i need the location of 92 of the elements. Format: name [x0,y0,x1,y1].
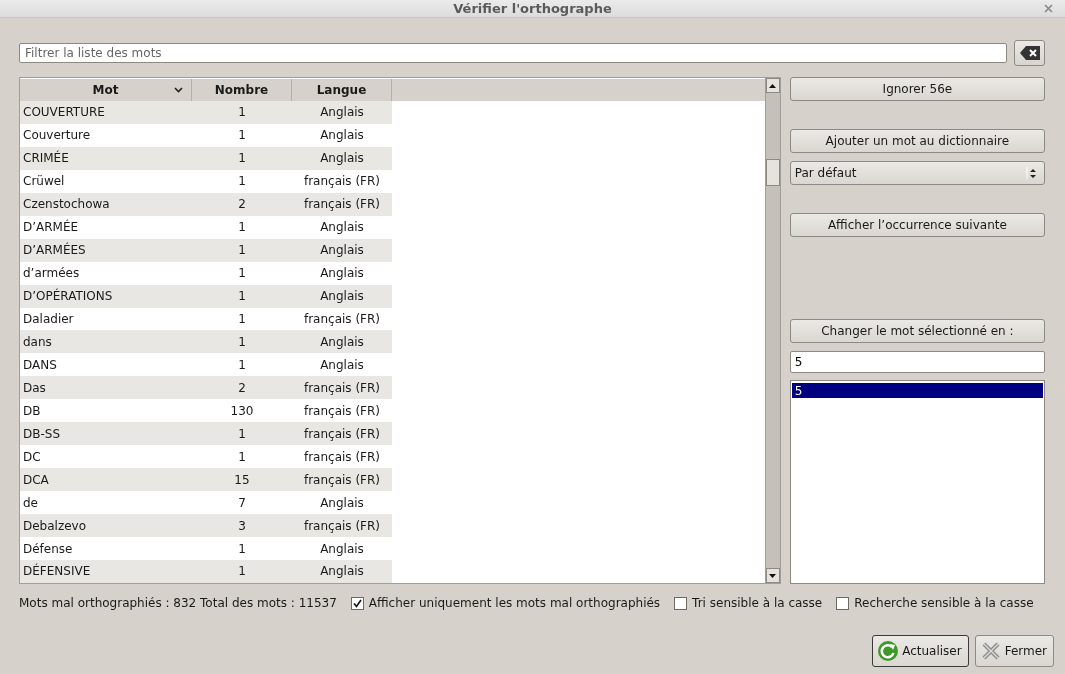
checkbox[interactable] [836,596,850,610]
replacement-field[interactable]: 5 [789,351,1045,373]
add-to-dictionary-button[interactable]: Ajouter un mot au dictionnaire [789,129,1045,153]
count-cell-text: 1 [237,448,247,466]
count-cell-text: 1 [237,127,247,145]
language-cell-text: français (FR) [302,173,382,191]
language-cell-text: Anglais [319,127,365,145]
suggestion-item[interactable]: 5 [791,383,1043,398]
next-occurrence-button[interactable]: Afficher l’occurrence suivante [789,213,1045,237]
word-cell-text: DÉFENSIVE [22,562,92,581]
checkbox[interactable] [350,596,364,610]
refresh-icon [877,640,900,662]
language-cell-text: Anglais [319,150,365,168]
word-cell-text: de [22,494,39,512]
word-cell-text: d’armées [22,265,81,283]
count-cell-text: 1 [237,104,247,122]
scrollbar-thumb[interactable] [765,159,780,186]
count-cell-text: 2 [237,196,247,214]
checkbox[interactable] [674,596,688,610]
word-cell-text: DB [22,402,42,420]
language-cell-text: français (FR) [302,379,382,397]
count-cell-text: 1 [237,425,247,443]
word-cell-text: DANS [22,356,58,374]
word-cell-text: DC [22,448,42,466]
column-header[interactable]: Langue [292,79,392,101]
word-cell-text: dans [22,333,53,351]
count-cell-text: 1 [237,242,247,260]
word-cell-text: DCA [22,471,50,489]
language-cell-text: français (FR) [302,402,382,420]
close-button[interactable]: Fermer [974,635,1054,667]
dictionary-dropdown[interactable]: Par défaut [789,161,1045,185]
language-cell-text: français (FR) [302,448,382,466]
language-cell-text: Anglais [319,540,365,558]
count-cell-text: 1 [237,288,247,306]
count-cell-text: 15 [233,471,251,489]
word-cell-text: DB-SS [22,425,62,443]
ignore-button[interactable]: Ignorer 56e [789,77,1045,101]
word-cell-text: COUVERTURE [22,104,106,122]
count-cell-text: 1 [237,173,247,191]
change-word-button[interactable]: Changer le mot sélectionné en : [789,319,1045,343]
count-cell-text: 1 [237,356,247,374]
window-title: Vérifier l'orthographe [453,1,612,16]
checkbox-label[interactable]: Tri sensible à la casse [692,596,823,610]
language-cell-text: Anglais [319,563,365,581]
language-cell-text: Anglais [319,104,365,122]
count-cell-text: 1 [237,311,247,328]
count-cell-text: 3 [237,517,247,535]
word-cell-text: Czenstochowa [22,196,111,214]
word-cell-text: D’ARMÉE [22,218,80,237]
count-cell-text: 1 [237,563,247,581]
arrow-up-icon[interactable] [769,83,777,88]
count-cell-text: 1 [237,265,247,283]
word-cell-text: CRIMÉE [22,149,70,168]
language-cell-text: français (FR) [302,471,382,489]
count-cell-text: 1 [237,150,247,168]
language-cell-text: français (FR) [302,311,382,328]
word-cell-text: Crüwel [22,173,66,191]
word-cell-text: Défense [22,540,74,558]
language-cell-text: Anglais [319,219,365,237]
count-cell-text: 1 [237,540,247,558]
language-cell-text: Anglais [319,288,365,306]
language-cell-text: français (FR) [302,196,382,214]
word-stats: Mots mal orthographiés : 832 Total des mots : 11537 [19,596,337,610]
count-cell-text: 1 [237,333,247,351]
clear-button[interactable] [1014,40,1045,66]
close-icon[interactable] [1044,4,1053,13]
word-cell-text: Debalzevo [22,517,88,535]
count-cell-text: 7 [237,494,247,512]
language-cell-text: français (FR) [302,517,382,535]
column-header[interactable]: Mot [20,79,192,101]
word-cell-text: Couverture [22,127,92,145]
scrollbar[interactable] [764,78,780,583]
column-header[interactable]: Nombre [192,79,292,101]
count-cell-text: 130 [229,402,255,420]
language-cell-text: Anglais [319,494,365,512]
word-cell-text: Daladier [22,311,75,328]
count-cell-text: 1 [237,219,247,237]
count-cell-text: 2 [237,379,247,397]
filter-field[interactable]: Filtrer la liste des mots [19,43,1007,63]
refresh-button[interactable]: Actualiser [872,635,969,667]
language-cell-text: Anglais [319,333,365,351]
arrow-down-icon[interactable] [769,573,777,578]
backspace-icon [1019,46,1040,60]
language-cell-text: Anglais [319,356,365,374]
checkbox-label[interactable]: Recherche sensible à la casse [854,596,1034,610]
checkbox-label[interactable]: Afficher uniquement les mots mal orthographiés [368,596,661,610]
word-cell-text: D’ARMÉES [22,241,87,260]
language-cell-text: Anglais [319,265,365,283]
word-cell-text: D’OPÉRATIONS [22,287,114,306]
language-cell-text: français (FR) [302,425,382,443]
word-cell-text: Das [22,379,47,397]
language-cell-text: Anglais [319,242,365,260]
